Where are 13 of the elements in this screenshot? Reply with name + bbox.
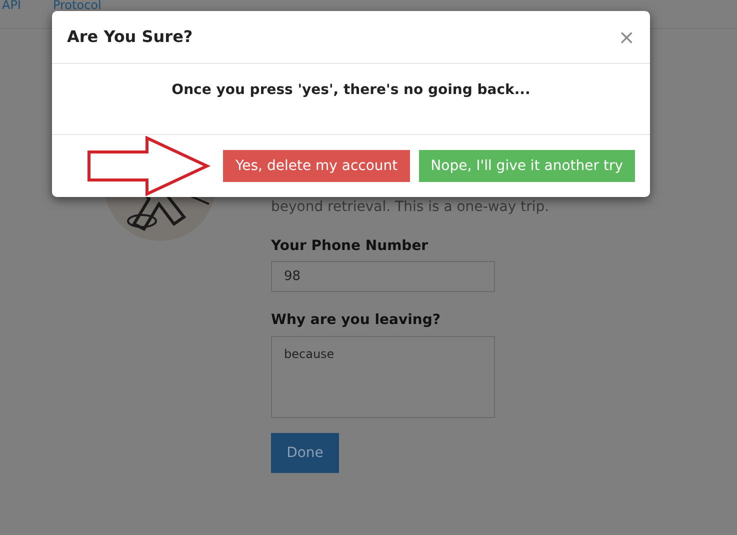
- delete-button[interactable]: Yes, delete my account: [223, 150, 410, 182]
- dialog-message: Once you press 'yes', there's no going back...: [172, 81, 530, 100]
- phone-field[interactable]: 98: [271, 261, 495, 292]
- reason-label: Why are you leaving?: [271, 311, 442, 330]
- nav-link[interactable]: API: [2, 0, 21, 11]
- cancel-button[interactable]: Nope, I'll give it another try: [418, 150, 635, 182]
- close-button[interactable]: ×: [618, 27, 635, 47]
- phone-label: Your Phone Number: [271, 237, 430, 256]
- done-button[interactable]: Done: [271, 433, 339, 473]
- reason-field[interactable]: because: [271, 336, 495, 418]
- notice-text: beyond retrieval. This is a one-way trip.: [271, 198, 550, 216]
- nav-link[interactable]: Protocol: [52, 0, 102, 11]
- dialog-title: Are You Sure?: [67, 26, 193, 48]
